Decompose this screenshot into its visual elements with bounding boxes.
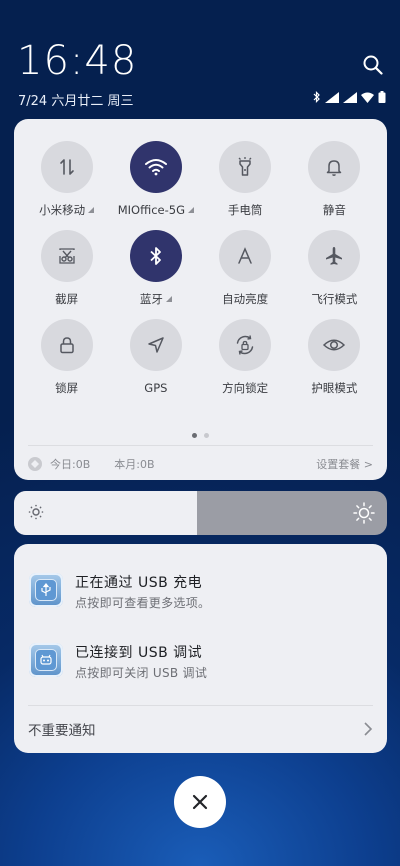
app-icon-inner — [35, 579, 57, 601]
tile-auto-brightness[interactable]: 自动亮度 — [201, 230, 290, 307]
tile-label-wrap: MIOffice-5G — [118, 202, 194, 218]
tile-rotation-lock[interactable]: 方向锁定 — [201, 319, 290, 396]
data-today: 今日:0B — [50, 458, 91, 471]
tile-circle — [308, 319, 361, 371]
unimportant-label: 不重要通知 — [28, 723, 96, 739]
tile-screenshot[interactable]: 截屏 — [22, 230, 111, 307]
tile-circle — [308, 141, 361, 193]
tile-gps[interactable]: GPS — [111, 319, 200, 396]
tile-label: 静音 — [322, 203, 346, 217]
tile-silent[interactable]: 静音 — [290, 141, 379, 218]
page-dot-active[interactable] — [192, 433, 197, 438]
close-button[interactable] — [174, 776, 226, 828]
signal-icon — [325, 91, 339, 103]
brightness-high-icon — [353, 502, 375, 524]
tile-circle — [40, 141, 93, 193]
flashlight-icon — [238, 157, 252, 176]
tile-circle — [219, 230, 272, 282]
tile-label: MIOffice-5G — [117, 203, 185, 217]
location-arrow-icon — [148, 337, 164, 353]
bluetooth-icon — [150, 247, 161, 265]
signal-icon — [343, 91, 357, 103]
tile-label: GPS — [144, 381, 168, 395]
divider — [28, 445, 373, 446]
rotation-lock-icon — [236, 335, 254, 355]
notification-title: 正在通过 USB 充电 — [75, 575, 203, 591]
tile-bluetooth[interactable]: 蓝牙 — [111, 230, 200, 307]
unimportant-notifications-row[interactable]: 不重要通知 — [28, 716, 373, 742]
bluetooth-status-icon — [313, 91, 320, 103]
tile-label: 自动亮度 — [222, 292, 269, 306]
debug-app-icon — [29, 643, 63, 677]
notification-usb-debugging[interactable]: 已连接到 USB 调试 点按即可关闭 USB 调试 — [14, 635, 387, 685]
quick-settings-grid: 小米移动 MIOffice-5G 手电筒 静音 截屏 蓝牙 自动亮度 飞行模式 … — [14, 141, 387, 396]
notification-subtitle: 点按即可关闭 USB 调试 — [75, 666, 208, 680]
auto-brightness-icon — [238, 247, 252, 264]
status-bar-icons — [313, 91, 386, 103]
tile-label-wrap: 小米移动 — [39, 202, 95, 218]
tile-label: 飞行模式 — [311, 292, 358, 306]
caret-icon — [88, 207, 95, 213]
quick-settings-panel: 小米移动 MIOffice-5G 手电筒 静音 截屏 蓝牙 自动亮度 飞行模式 … — [14, 119, 387, 480]
data-month: 本月:0B — [114, 458, 155, 471]
tile-label: 锁屏 — [55, 381, 79, 395]
tile-eye-protection[interactable]: 护眼模式 — [290, 319, 379, 396]
airplane-icon — [326, 247, 343, 265]
tile-mobile-data[interactable]: 小米移动 — [22, 141, 111, 218]
data-usage-row: 今日:0B 本月:0B 设置套餐 > — [28, 455, 373, 473]
tile-label: 蓝牙 — [139, 292, 163, 306]
tile-label: 手电筒 — [227, 203, 263, 217]
tile-label-wrap: 蓝牙 — [140, 291, 172, 307]
tile-circle — [40, 319, 93, 371]
tile-circle — [129, 141, 182, 193]
data-usage-icon — [28, 457, 42, 471]
tile-wifi[interactable]: MIOffice-5G — [111, 141, 200, 218]
chevron-right-icon — [364, 722, 373, 736]
search-icon[interactable] — [362, 54, 384, 76]
clock-time: 16:48 — [17, 38, 138, 84]
app-icon-inner — [35, 649, 57, 671]
notification-usb-charging[interactable]: 正在通过 USB 充电 点按即可查看更多选项。 — [14, 565, 387, 615]
tile-label: 截屏 — [55, 292, 79, 306]
brightness-slider[interactable] — [14, 491, 387, 535]
notification-subtitle: 点按即可查看更多选项。 — [75, 596, 211, 610]
close-icon — [192, 794, 208, 810]
tile-airplane[interactable]: 飞行模式 — [290, 230, 379, 307]
tile-circle — [219, 319, 272, 371]
tile-circle — [129, 319, 182, 371]
brightness-low-icon — [28, 504, 44, 520]
wifi-status-icon — [361, 92, 374, 103]
tile-label: 方向锁定 — [222, 381, 269, 395]
wifi-icon — [144, 159, 167, 176]
tile-circle — [40, 230, 93, 282]
tile-label: 护眼模式 — [311, 381, 358, 395]
tile-circle — [308, 230, 361, 282]
tile-circle — [219, 141, 272, 193]
tile-circle — [129, 230, 182, 282]
caret-icon — [165, 296, 172, 302]
battery-icon — [378, 91, 386, 103]
page-indicator — [14, 433, 387, 438]
page-dot[interactable] — [204, 433, 209, 438]
notification-title: 已连接到 USB 调试 — [75, 645, 203, 661]
eye-icon — [323, 339, 346, 351]
usb-settings-app-icon — [29, 573, 63, 607]
tile-lock-screen[interactable]: 锁屏 — [22, 319, 111, 396]
tile-flashlight[interactable]: 手电筒 — [201, 141, 290, 218]
divider — [28, 705, 373, 706]
data-plan-settings-link[interactable]: 设置套餐 > — [316, 456, 373, 472]
caret-icon — [188, 207, 194, 213]
scissors-icon — [58, 248, 75, 264]
bell-icon — [327, 160, 342, 176]
lock-icon — [59, 337, 74, 354]
notification-panel: 正在通过 USB 充电 点按即可查看更多选项。 已连接到 USB 调试 点按即可… — [14, 544, 387, 753]
date-text: 7/24 六月廿二 周三 — [18, 94, 134, 109]
tile-label: 小米移动 — [39, 203, 86, 217]
data-arrows-icon — [59, 159, 74, 175]
